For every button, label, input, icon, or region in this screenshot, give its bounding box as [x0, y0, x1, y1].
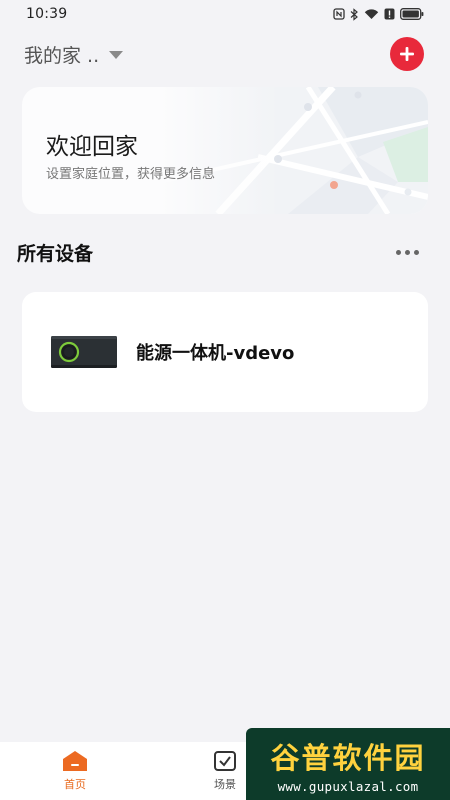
welcome-title: 欢迎回家 [46, 134, 138, 160]
wifi-icon [364, 8, 379, 20]
status-time: 10:39 [26, 6, 68, 22]
welcome-subtitle: 设置家庭位置，获得更多信息 [46, 167, 216, 182]
nav-label-home: 首页 [64, 778, 86, 791]
nfc-icon [333, 8, 345, 20]
watermark-url: www.gupuxlazal.com [277, 778, 419, 794]
device-name: 能源一体机-vdevo [136, 343, 295, 364]
header: 我的家 .. [0, 34, 450, 74]
section-title: 所有设备 [17, 242, 94, 265]
plus-icon [400, 47, 414, 61]
home-name: 我的家 .. [24, 44, 100, 67]
nav-label-scene: 场景 [214, 778, 236, 791]
add-button[interactable] [390, 37, 424, 71]
device-card[interactable]: 能源一体机-vdevo [22, 292, 428, 412]
energy-unit-icon [51, 336, 117, 368]
map-illustration [158, 87, 428, 214]
watermark: 谷普软件园 www.gupuxlazal.com [246, 728, 450, 800]
status-icons [333, 7, 424, 21]
scene-check-icon [214, 751, 236, 771]
home-icon [63, 751, 87, 771]
battery-icon [400, 8, 424, 20]
devices-section-header: 所有设备 [17, 236, 427, 268]
status-bar: 10:39 [0, 0, 450, 28]
bluetooth-icon [350, 7, 359, 21]
home-selector[interactable]: 我的家 .. [24, 41, 124, 68]
more-dots-icon[interactable] [392, 244, 427, 261]
welcome-card[interactable]: 欢迎回家 设置家庭位置，获得更多信息 [22, 87, 428, 214]
chevron-down-icon [109, 51, 124, 59]
alert-icon [384, 8, 395, 20]
nav-item-home[interactable]: 首页 [0, 742, 150, 800]
watermark-title: 谷普软件园 [270, 740, 426, 775]
